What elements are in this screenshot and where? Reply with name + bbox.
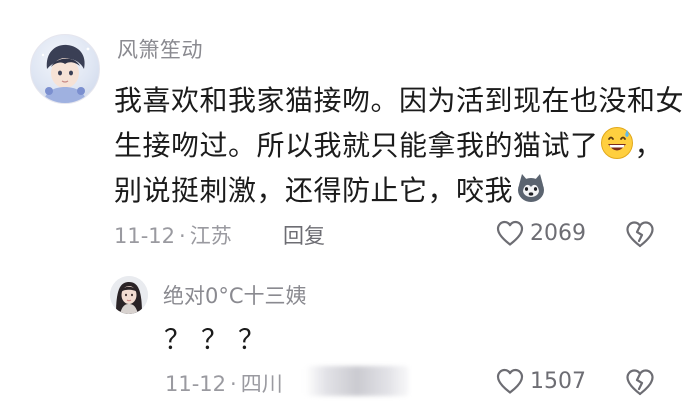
avatar-image <box>41 44 90 103</box>
comment-meta: 11-12 · 江苏 <box>114 220 232 250</box>
broken-heart-icon[interactable] <box>624 367 656 397</box>
reply-avatar-image <box>110 276 148 314</box>
comment-line-3-text: 别说挺刺激，还得防止它，咬我 <box>114 174 514 207</box>
comment-line-2-text: 生接吻过。所以我就只能拿我的猫试了 <box>114 129 599 162</box>
reply-like-count: 1507 <box>530 368 586 394</box>
reply-meta: 11-12 · 四川 <box>165 368 283 398</box>
reply-like-button[interactable]: 1507 <box>495 367 586 395</box>
husky-dog-emoji-icon <box>514 171 548 205</box>
comment-author[interactable]: 风箫笙动 <box>117 34 203 64</box>
reply-button[interactable]: 回复 <box>283 220 325 250</box>
like-count: 2069 <box>530 220 586 246</box>
meta-separator: · <box>179 224 186 248</box>
reply-text: ？？？ <box>164 325 275 356</box>
reply-avatar[interactable] <box>110 276 148 314</box>
comment-location: 江苏 <box>189 224 232 248</box>
heart-outline-icon <box>496 220 524 246</box>
broken-heart-icon[interactable] <box>624 219 656 249</box>
comment-line-2-comma: ， <box>634 129 664 162</box>
reply-author[interactable]: 绝对0°C十三姨 <box>163 280 307 310</box>
reply-location: 四川 <box>240 372 283 396</box>
comment-line-1: 我喜欢和我家猫接吻。因为活到现在也没和女 <box>114 84 685 117</box>
comment-line-3: 别说挺刺激，还得防止它，咬我 <box>114 168 674 213</box>
meta-separator: · <box>230 372 237 396</box>
avatar[interactable] <box>30 34 100 104</box>
heart-outline-icon <box>496 368 524 394</box>
comment-text: 我喜欢和我家猫接吻。因为活到现在也没和女 生接吻过。所以我就只能拿我的猫试了 ，… <box>114 78 685 213</box>
comment-line-2: 生接吻过。所以我就只能拿我的猫试了 ， <box>114 123 674 168</box>
comment-date: 11-12 <box>114 224 176 248</box>
grinning-sweat-emoji-icon <box>600 126 634 160</box>
reply-date: 11-12 <box>165 372 227 396</box>
watermark-overlay <box>305 366 409 396</box>
like-button[interactable]: 2069 <box>495 219 586 247</box>
